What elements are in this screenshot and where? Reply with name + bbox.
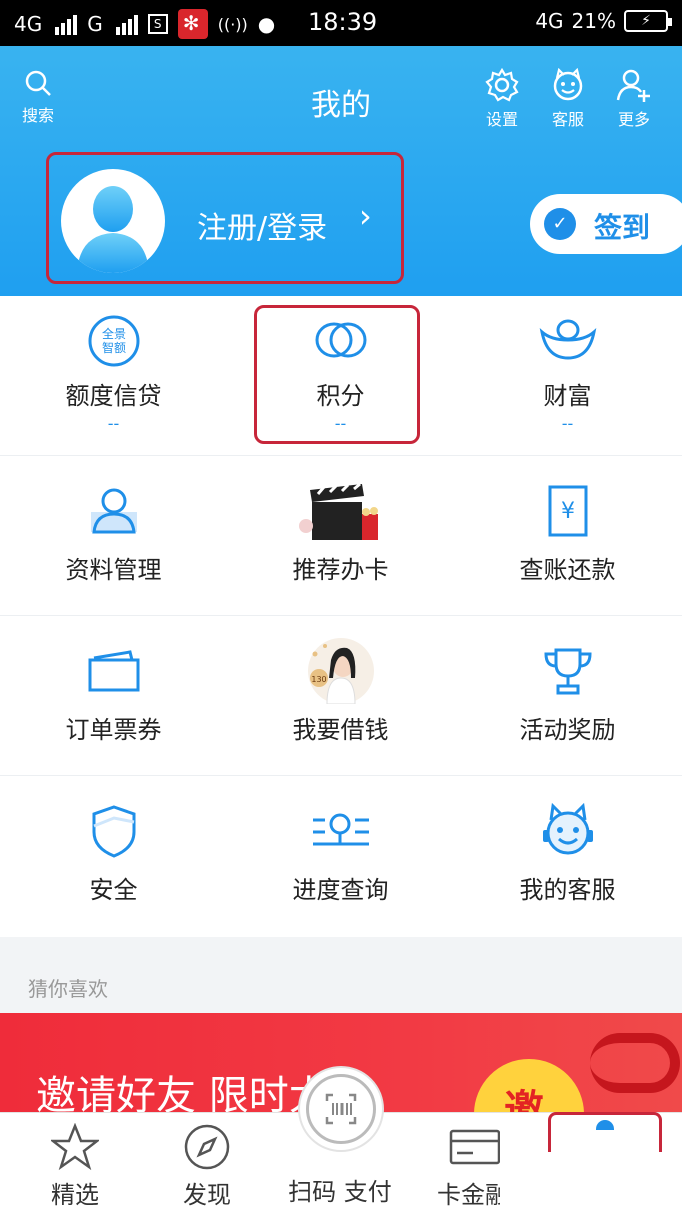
services-row-1: 资料管理 推荐办卡 ¥ 查账还款 [0,456,682,616]
grid-label: 资料管理 [65,556,162,584]
sign-in-button[interactable]: ✓ 签到 [530,194,682,254]
sign-in-label: 签到 [594,211,651,244]
grid-value: -- [561,414,574,433]
gear-icon [485,68,519,102]
signal-icon-2 [115,13,138,35]
chevron-right-icon: › [359,197,372,235]
coin-char: 邀 [504,1087,544,1113]
svg-text:130: 130 [311,675,326,684]
avatar [61,169,165,273]
grid-item-recommend-card[interactable]: 推荐办卡 [227,456,454,615]
status-time: 18:39 [308,8,378,36]
svg-text:¥: ¥ [561,499,575,524]
grid-label: 查账还款 [519,556,616,584]
scan-barcode-icon [325,1093,357,1125]
profile-icon [90,488,137,534]
grid-value: -- [107,414,120,433]
service-label: 客服 [551,110,584,129]
grid-item-wealth[interactable]: 财富 -- [454,296,681,455]
grid-item-activity-reward[interactable]: 活动奖励 [454,616,681,775]
grid-item-security[interactable]: 安全 [0,776,227,937]
trophy-icon [543,648,592,695]
guess-you-like-title: 猜你喜欢 [28,977,108,1001]
network-label-1: 4G [14,12,43,36]
grid-item-profile[interactable]: 资料管理 [0,456,227,615]
grid-label: 活动奖励 [519,716,616,744]
tab-discover[interactable]: 发现 [152,1113,262,1212]
quota-credit-icon: 全景智额 [88,315,139,367]
tab-label: 发现 [183,1181,231,1209]
svg-text:全景: 全景 [101,326,125,341]
points-highlight-frame [254,305,420,444]
order-ticket-icon [88,650,139,692]
grid-label: 我要借钱 [292,716,389,744]
more-button[interactable]: 更多 [604,68,664,130]
settings-label: 设置 [485,110,518,129]
grid-item-bill-repay[interactable]: ¥ 查账还款 [454,456,681,615]
signal-icon [55,13,78,35]
grid-label: 额度信贷 [65,382,162,410]
login-label: 注册/登录 [197,211,328,246]
battery-percent: 21% [571,9,616,33]
grid-label: 进度查询 [292,876,389,904]
customer-service-icon [542,802,593,855]
card-icon [449,1129,501,1165]
services-row-2: 订单票券 130 我要借钱 活动奖励 [0,616,682,776]
tab-featured[interactable]: 精选 [20,1113,130,1212]
grid-label: 推荐办卡 [292,556,389,584]
service-button[interactable]: 客服 [538,68,598,130]
progress-search-icon [312,813,369,846]
scan-pay-label: 扫码 支付 [288,1178,392,1206]
s-app-icon: S [147,14,168,34]
network-label-2: G [87,12,103,36]
default-avatar-icon [77,186,149,273]
add-user-icon [616,69,650,102]
chat-bubble-icon: ● [257,12,276,36]
more-label: 更多 [617,110,650,129]
grid-item-borrow-money[interactable]: 130 我要借钱 [227,616,454,775]
shield-icon [92,805,135,858]
borrow-money-icon: 130 [307,638,374,704]
tab-mine-highlight[interactable] [548,1112,662,1152]
ribbon-decoration [590,1033,680,1093]
check-icon: ✓ [544,208,576,240]
star-icon [51,1123,99,1171]
guess-you-like-section: 猜你喜欢 [0,937,682,1013]
grid-item-progress-search[interactable]: 进度查询 [227,776,454,937]
grid-label: 安全 [89,876,138,904]
settings-button[interactable]: 设置 [472,68,532,130]
login-card[interactable]: 注册/登录 › [46,152,404,284]
grid-item-customer-service[interactable]: 我的客服 [454,776,681,937]
hotspot-icon: ((·)) [217,14,248,34]
compass-icon [184,1124,230,1170]
status-bar: 4G G S ((·)) ● 18:39 4G 21% ⚡ [0,0,682,46]
header: 搜索 我的 设置 客服 更多 注册/登录 › ✓ 签到 [0,46,682,296]
grid-label: 我的客服 [519,876,616,904]
bill-repay-icon: ¥ [548,485,587,537]
tab-label: 精选 [51,1181,99,1209]
grid-item-order-ticket[interactable]: 订单票券 [0,616,227,775]
battery-icon: ⚡ [624,10,672,32]
network-label-3: 4G [535,9,564,33]
services-row-3: 安全 进度查询 我的客服 [0,776,682,937]
grid-label: 财富 [543,382,592,410]
recommend-card-icon [298,484,378,540]
scan-ring [306,1074,376,1144]
grid-label: 订单票券 [65,716,162,744]
wealth-icon [539,319,596,360]
grid-item-quota-credit[interactable]: 全景 智额 额度信贷 -- [0,296,227,455]
invite-coin-icon: 邀 [474,1059,584,1113]
mascot-service-icon [553,68,583,101]
app-notification-icon [177,9,208,39]
svg-text:智额: 智额 [101,340,125,355]
scan-pay-button[interactable] [298,1066,384,1152]
